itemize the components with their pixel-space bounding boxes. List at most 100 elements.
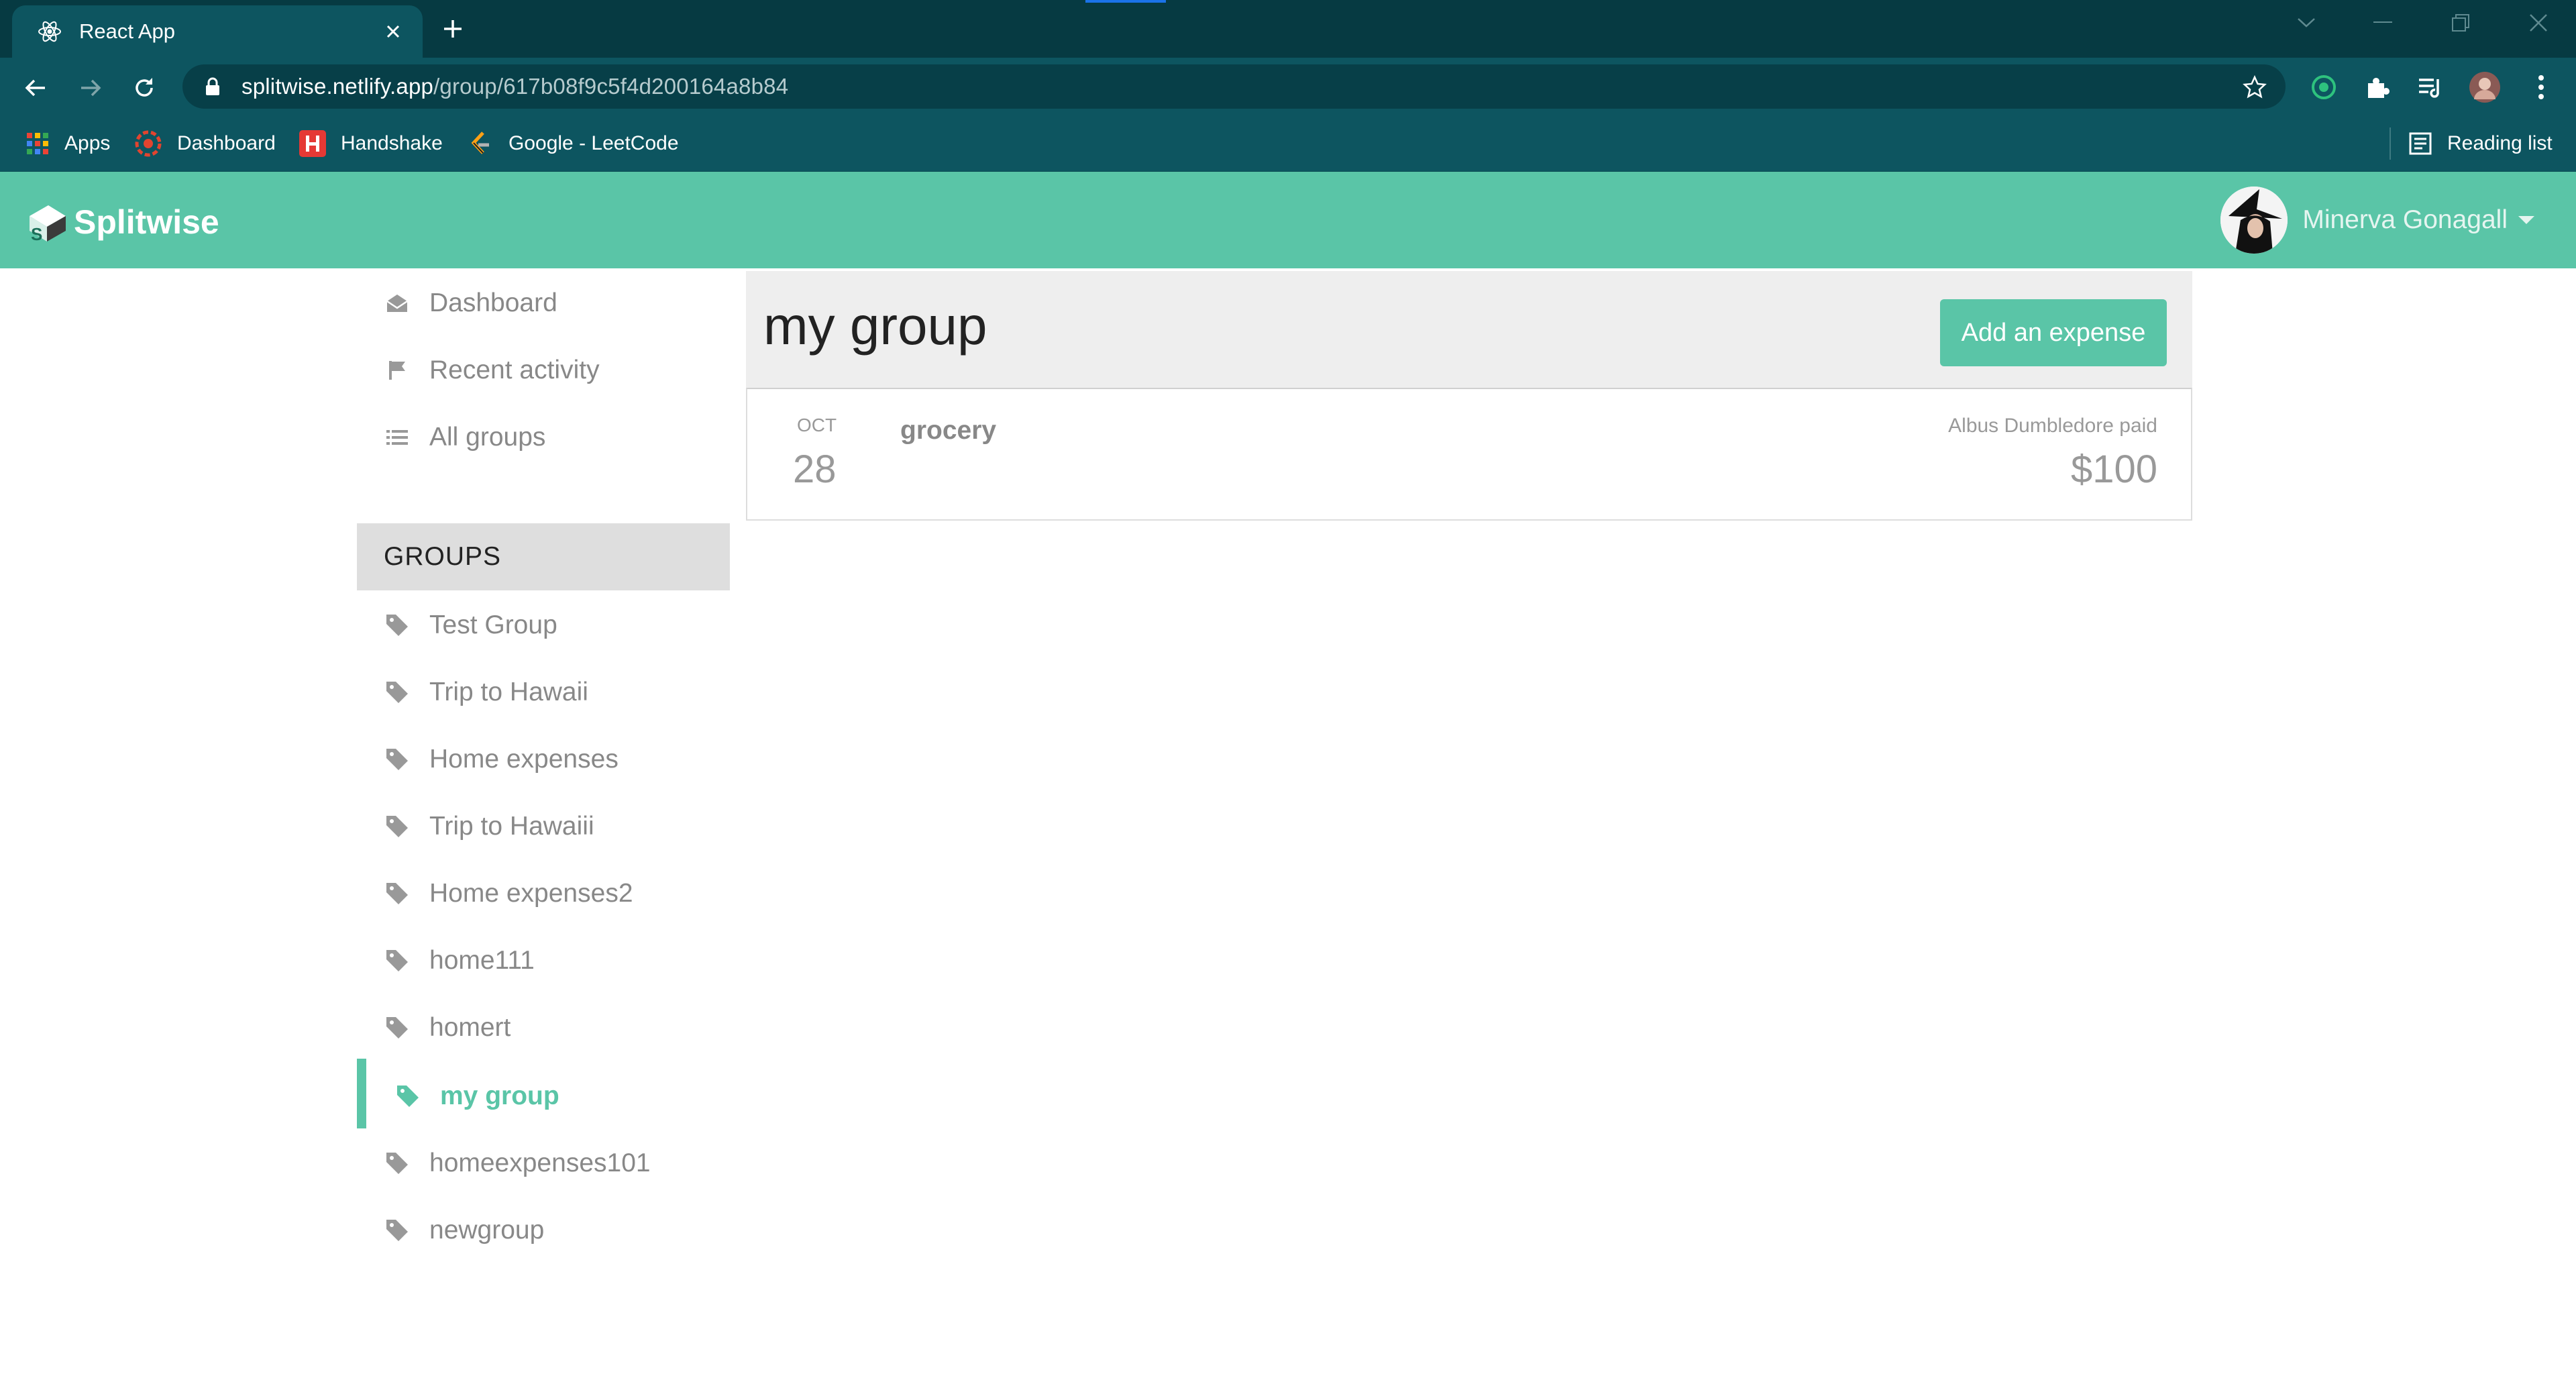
sidebar-item-label: Dashboard <box>429 288 557 317</box>
group-label: Home expenses <box>429 745 619 774</box>
expense-row[interactable]: OCT 28 grocery Albus Dumbledore paid $10… <box>746 388 2192 521</box>
app-header: S Splitwise Minerva Gonagall <box>0 172 2576 268</box>
bookmark-label: Google - LeetCode <box>508 132 679 154</box>
browser-menu-icon[interactable] <box>2525 71 2557 103</box>
tab-title: React App <box>79 19 176 43</box>
tag-icon <box>384 612 411 639</box>
profile-avatar-icon[interactable] <box>2469 71 2501 103</box>
bookmark-dashboard[interactable]: Dashboard <box>134 127 276 160</box>
restore-icon[interactable] <box>2440 9 2481 36</box>
user-avatar <box>2220 187 2288 254</box>
expense-description: grocery <box>900 416 997 445</box>
sidebar-group-item[interactable]: home111 <box>384 941 535 981</box>
reading-list-button[interactable]: Reading list <box>2408 127 2553 160</box>
sidebar-group-item[interactable]: Test Group <box>384 605 557 645</box>
mail-icon <box>384 290 411 317</box>
expense-month: OCT <box>797 415 837 435</box>
address-bar[interactable]: splitwise.netlify.app/group/617b08f9c5f4… <box>182 64 2286 109</box>
tag-icon <box>384 1150 411 1177</box>
user-name: Minerva Gonagall <box>2302 205 2508 234</box>
tab-search-icon[interactable] <box>2286 9 2326 36</box>
group-label: my group <box>440 1081 559 1110</box>
media-queue-icon[interactable] <box>2414 71 2446 103</box>
reload-icon[interactable] <box>127 71 161 105</box>
tab-strip-indicator <box>1085 0 1166 3</box>
browser-tab[interactable]: React App <box>12 5 423 58</box>
reading-list-icon <box>2409 132 2432 155</box>
group-label: home111 <box>429 946 535 975</box>
flag-icon <box>384 357 411 384</box>
tag-icon <box>394 1083 421 1110</box>
expense-day: 28 <box>793 447 837 491</box>
bookmarks-bar: Apps Dashboard Handshake Google - LeetCo… <box>0 115 2576 172</box>
bookmark-handshake[interactable]: Handshake <box>299 127 443 160</box>
group-header: my group Add an expense <box>746 271 2192 388</box>
forward-icon[interactable] <box>74 71 107 105</box>
sidebar-group-item[interactable]: Trip to Hawaii <box>384 672 588 712</box>
group-label: newgroup <box>429 1216 545 1245</box>
close-window-icon[interactable] <box>2518 9 2559 36</box>
sidebar-item-label: Recent activity <box>429 356 600 384</box>
user-menu[interactable]: Minerva Gonagall <box>2220 187 2534 254</box>
tag-icon <box>384 746 411 773</box>
chevron-down-icon <box>2518 216 2534 224</box>
group-label: Home expenses2 <box>429 879 633 908</box>
sidebar-item-label: All groups <box>429 423 546 452</box>
reading-list-label: Reading list <box>2447 132 2553 154</box>
bookmark-apps[interactable]: Apps <box>25 127 110 160</box>
page-title: my group <box>763 296 987 356</box>
brand-logo[interactable]: S Splitwise <box>27 201 219 243</box>
back-icon[interactable] <box>19 71 52 105</box>
splitwise-logo-icon: S <box>30 205 66 243</box>
svg-text:S: S <box>31 224 42 243</box>
url-text: splitwise.netlify.app/group/617b08f9c5f4… <box>241 74 789 99</box>
groups-heading: GROUPS <box>357 523 730 590</box>
active-group-indicator <box>357 1059 366 1128</box>
bookmarks-divider <box>2390 127 2391 160</box>
leetcode-logo-icon <box>471 131 489 154</box>
sidebar-item-dashboard[interactable]: Dashboard <box>384 283 557 323</box>
sidebar-group-item[interactable]: Home expenses <box>384 739 619 780</box>
sidebar-group-item[interactable]: newgroup <box>384 1210 544 1251</box>
bookmark-leetcode[interactable]: Google - LeetCode <box>467 127 679 160</box>
sidebar-group-item[interactable]: homeexpenses101 <box>384 1143 651 1183</box>
browser-toolbar: splitwise.netlify.app/group/617b08f9c5f4… <box>0 58 2576 115</box>
sidebar-group-item[interactable]: homert <box>384 1008 511 1048</box>
dashboard-logo-icon <box>135 130 162 157</box>
sidebar-item-recent-activity[interactable]: Recent activity <box>384 350 600 390</box>
group-label: Test Group <box>429 611 557 639</box>
add-expense-button[interactable]: Add an expense <box>1940 299 2167 366</box>
tag-icon <box>384 813 411 840</box>
tag-icon <box>384 679 411 706</box>
group-label: homert <box>429 1013 511 1042</box>
handshake-logo-icon <box>299 130 326 157</box>
new-tab-icon[interactable] <box>436 12 470 46</box>
bookmark-star-icon[interactable] <box>2243 75 2267 99</box>
extensions-puzzle-icon[interactable] <box>2361 71 2394 103</box>
tag-icon <box>384 880 411 907</box>
lock-icon <box>206 77 219 95</box>
tag-icon <box>384 1014 411 1041</box>
react-icon <box>38 21 61 42</box>
group-label: Trip to Hawaiii <box>429 812 594 841</box>
sidebar-item-all-groups[interactable]: All groups <box>384 417 545 458</box>
expense-amount: $100 <box>2070 447 2157 491</box>
bookmark-label: Dashboard <box>177 132 276 154</box>
bookmark-label: Handshake <box>341 132 443 154</box>
tag-icon <box>384 947 411 974</box>
browser-tab-bar: React App <box>0 0 2576 58</box>
list-icon <box>384 424 411 451</box>
sidebar-group-item[interactable]: Home expenses2 <box>384 874 633 914</box>
extension-ring-icon[interactable] <box>2308 71 2340 103</box>
tag-icon <box>384 1217 411 1244</box>
bookmark-label: Apps <box>64 132 111 154</box>
close-tab-icon[interactable] <box>378 17 408 46</box>
sidebar-group-item[interactable]: Trip to Hawaiii <box>384 806 594 847</box>
apps-grid-icon <box>27 133 48 154</box>
group-label: homeexpenses101 <box>429 1149 651 1177</box>
expense-payer: Albus Dumbledore paid <box>1948 415 2157 437</box>
brand-name: Splitwise <box>74 203 219 241</box>
minimize-icon[interactable] <box>2363 9 2403 36</box>
sidebar-group-item-active[interactable]: my group <box>394 1076 559 1116</box>
group-label: Trip to Hawaii <box>429 678 588 706</box>
